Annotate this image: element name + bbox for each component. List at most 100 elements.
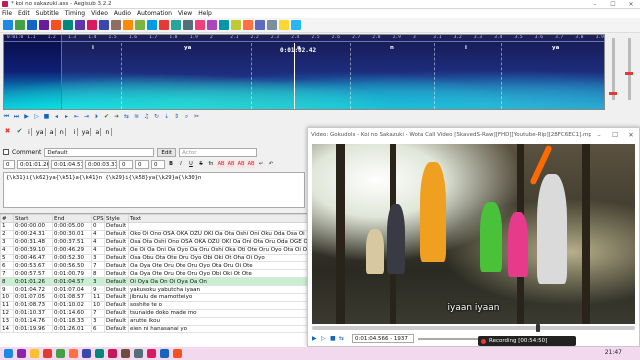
- commit-line-button[interactable]: ↵: [257, 160, 265, 168]
- fonts-icon[interactable]: [111, 20, 121, 30]
- spectrum-mode-icon[interactable]: ≋: [133, 113, 140, 120]
- karaoke-mode-icon[interactable]: ♫: [143, 113, 150, 120]
- grid-row[interactable]: 9 0:01:04.72 0:01:07.04 9 Default yakusoku ya…: [0, 285, 308, 295]
- secondary-color-button[interactable]: AB: [227, 160, 235, 168]
- start-icon[interactable]: [4, 349, 13, 358]
- spell-check-icon[interactable]: [231, 20, 241, 30]
- start-time-field[interactable]: 0:01:01.26: [17, 159, 49, 169]
- play-begin-icon[interactable]: ⇤: [73, 113, 80, 120]
- menu-audio[interactable]: Audio: [114, 10, 131, 17]
- app-icon[interactable]: [134, 349, 143, 358]
- strikeout-button[interactable]: S: [197, 160, 205, 168]
- app-icon[interactable]: [82, 349, 91, 358]
- menu-automation[interactable]: Automation: [137, 10, 172, 17]
- karaoke-syllable[interactable]: ya: [35, 127, 46, 136]
- primary-color-button[interactable]: AB: [217, 160, 225, 168]
- close-button[interactable]: ✕: [622, 1, 640, 8]
- edit-style-button[interactable]: Edit: [157, 147, 177, 157]
- open-file-icon[interactable]: [15, 20, 25, 30]
- karaoke-separator[interactable]: [434, 43, 435, 109]
- outline-color-button[interactable]: AB: [237, 160, 245, 168]
- grid-row[interactable]: 2 0:00:24.31 0:00:30.01 4 Default Oko Oi Ono …: [0, 229, 308, 239]
- menu-timing[interactable]: Timing: [65, 10, 85, 17]
- video-seek-knob[interactable]: [536, 324, 541, 332]
- menu-file[interactable]: File: [2, 10, 12, 17]
- file-explorer-icon[interactable]: [30, 349, 39, 358]
- karaoke-accept-icon[interactable]: ✔: [15, 127, 24, 136]
- grid-row[interactable]: 8 0:01:01.26 0:01:04.57 3 Default Oi Oya Oa O…: [0, 277, 308, 287]
- video-play-line-icon[interactable]: ▷: [321, 335, 326, 342]
- save-as-icon[interactable]: [39, 20, 49, 30]
- grid-row[interactable]: 10 0:01:07.05 0:01:08.57 11 Default jibnulu d…: [0, 293, 308, 302]
- autoscroll-icon[interactable]: ⇆: [123, 113, 130, 120]
- subtitle-text-editor[interactable]: {\k31}i{\k62}ya{\k51}a{\k41}n {\k29}i{\k…: [3, 172, 305, 208]
- minimize-button[interactable]: –: [586, 1, 604, 8]
- search-icon[interactable]: [17, 349, 26, 358]
- menu-help[interactable]: Help: [198, 10, 212, 17]
- aegisub-taskbar-icon[interactable]: [108, 349, 117, 358]
- font-button[interactable]: fn: [207, 160, 215, 168]
- video-maximize-button[interactable]: ☐: [607, 131, 623, 139]
- app-icon[interactable]: [95, 349, 104, 358]
- play-before-icon[interactable]: ◂: [53, 113, 60, 120]
- find-icon[interactable]: [123, 20, 133, 30]
- lock-icon[interactable]: [279, 20, 289, 30]
- grid-row[interactable]: 11 0:01:08.73 0:01:10.02 10 Default soshite t…: [0, 300, 308, 310]
- menu-view[interactable]: View: [178, 10, 192, 17]
- play-selection-icon[interactable]: ▶: [23, 113, 30, 120]
- select-icon[interactable]: [171, 20, 181, 30]
- margin-left-field[interactable]: 0: [119, 159, 133, 169]
- timing-postprocessor-icon[interactable]: [195, 20, 205, 30]
- translation-icon[interactable]: [255, 20, 265, 30]
- jump-icon[interactable]: [147, 20, 157, 30]
- video-close-button[interactable]: ✕: [623, 131, 639, 139]
- end-time-field[interactable]: 0:01:04.57: [51, 159, 83, 169]
- goto-icon[interactable]: ➜: [113, 113, 120, 120]
- browser-icon[interactable]: [43, 349, 52, 358]
- video-stop-icon[interactable]: ■: [330, 335, 336, 342]
- karaoke-separator[interactable]: [350, 43, 351, 109]
- replace-icon[interactable]: [135, 20, 145, 30]
- resample-icon[interactable]: [219, 20, 229, 30]
- play-to-end-icon[interactable]: ⏵: [93, 113, 100, 120]
- margin-right-field[interactable]: 0: [135, 159, 149, 169]
- menu-video[interactable]: Video: [91, 10, 108, 17]
- audio-display[interactable]: 0:01:0 1.1 1.2 1.3 1.4 1.5 1.6 1.7 1.8 1.9 2 2.1 2.2…: [3, 34, 605, 110]
- grid-row[interactable]: 7 0:00:57.57 0:01:00.79 8 Default Oa Oya Ote …: [0, 269, 308, 279]
- play-after-icon[interactable]: ▸: [63, 113, 70, 120]
- karaoke-syllable[interactable]: a: [94, 127, 102, 136]
- video-play-icon[interactable]: ▶: [312, 335, 317, 342]
- app-icon[interactable]: [173, 349, 182, 358]
- karaoke-syllable[interactable]: n: [59, 127, 66, 136]
- attachments-icon[interactable]: [99, 20, 109, 30]
- kanji-timer-icon[interactable]: [207, 20, 217, 30]
- stop-icon[interactable]: ■: [43, 113, 50, 120]
- karaoke-syllable[interactable]: i: [73, 127, 78, 136]
- karaoke-separator[interactable]: [251, 43, 252, 109]
- karaoke-syllable[interactable]: ya: [81, 127, 92, 136]
- karaoke-split-icon[interactable]: ✂: [193, 113, 200, 120]
- grid-row[interactable]: 12 0:01:10.37 0:01:14.60 7 Default tsunaide d…: [0, 308, 308, 318]
- karaoke-separator[interactable]: [121, 43, 122, 109]
- menu-edit[interactable]: Edit: [18, 10, 30, 17]
- grid-row[interactable]: 3 0:00:31.48 0:00:37.51 4 Default Osa Ota Osh…: [0, 237, 308, 247]
- automation-icon[interactable]: [243, 20, 253, 30]
- underline-button[interactable]: U: [187, 160, 195, 168]
- auto-next-icon[interactable]: ⇣: [163, 113, 170, 120]
- revert-line-button[interactable]: ↶: [267, 160, 275, 168]
- video-autoscroll-icon[interactable]: ⇆: [339, 335, 344, 342]
- properties-icon[interactable]: [75, 20, 85, 30]
- video-minimize-button[interactable]: –: [591, 131, 607, 139]
- open-video-icon[interactable]: [51, 20, 61, 30]
- zoom-lock-icon[interactable]: ⌕: [183, 113, 190, 120]
- play-line-icon[interactable]: ▷: [33, 113, 40, 120]
- play-next-icon[interactable]: ⏭: [13, 113, 20, 120]
- karaoke-syllable[interactable]: n: [104, 127, 112, 136]
- app-icon[interactable]: [160, 349, 169, 358]
- open-audio-icon[interactable]: [63, 20, 73, 30]
- video-time-field[interactable]: 0:01:04.566 - 1937: [352, 334, 414, 343]
- auto-commit-icon[interactable]: ↻: [153, 113, 160, 120]
- karaoke-separator[interactable]: [501, 43, 502, 109]
- app-icon[interactable]: [69, 349, 78, 358]
- app-icon[interactable]: [147, 349, 156, 358]
